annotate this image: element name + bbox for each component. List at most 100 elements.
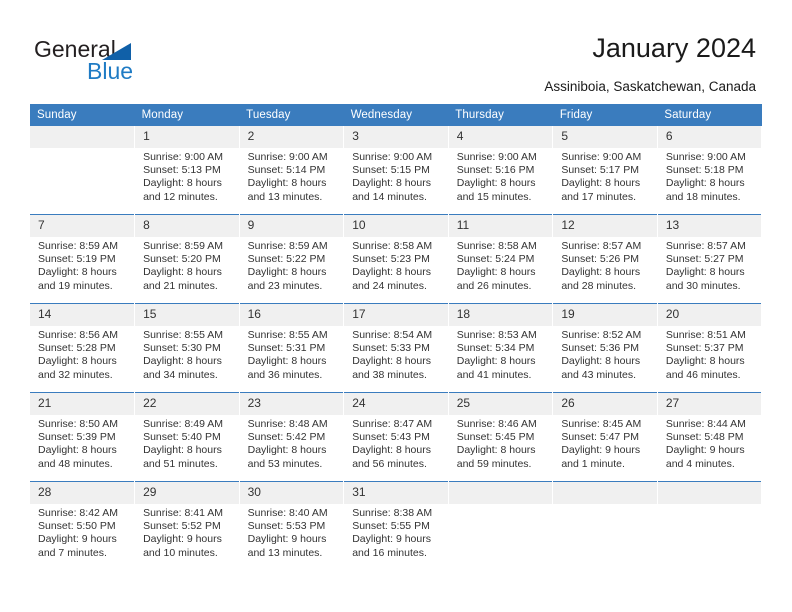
- daylight-duration-line1: Daylight: 9 hours: [352, 533, 431, 546]
- day-details: Sunrise: 8:51 AM Sunset: 5:37 PM Daylight:…: [658, 326, 762, 382]
- day-number: [30, 126, 135, 148]
- daylight-duration-line2: and 46 minutes.: [665, 368, 741, 381]
- calendar-day-cell[interactable]: 9 Sunrise: 8:59 AM Sunset: 5:22 PM Daylight…: [239, 214, 345, 304]
- day-number: 25: [448, 393, 553, 415]
- sunrise-time: Sunrise: 9:00 AM: [143, 151, 224, 163]
- sunset-time: Sunset: 5:36 PM: [561, 342, 639, 355]
- daylight-duration-line2: and 51 minutes.: [143, 457, 218, 470]
- day-cell-content: 24 Sunrise: 8:47 AM Sunset: 5:43 PM Dayligh…: [344, 393, 448, 481]
- day-number: 8: [135, 215, 239, 237]
- sunset-time: Sunset: 5:20 PM: [143, 253, 221, 266]
- day-details: Sunrise: 8:58 AM Sunset: 5:24 PM Daylight:…: [449, 237, 553, 293]
- calendar-day-cell[interactable]: [30, 126, 136, 215]
- day-cell-content: 4 Sunrise: 9:00 AM Sunset: 5:16 PM Daylight…: [448, 126, 553, 214]
- day-cell-content: 31 Sunrise: 8:38 AM Sunset: 5:55 PM Dayligh…: [344, 482, 448, 570]
- calendar-day-cell[interactable]: 15 Sunrise: 8:55 AM Sunset: 5:30 PM Dayligh…: [134, 303, 240, 393]
- day-cell-content: 8 Sunrise: 8:59 AM Sunset: 5:20 PM Daylight…: [135, 215, 239, 303]
- sunset-time: Sunset: 5:14 PM: [247, 164, 326, 177]
- sunset-time: Sunset: 5:43 PM: [352, 431, 430, 444]
- calendar-day-cell[interactable]: 2 Sunrise: 9:00 AM Sunset: 5:14 PM Daylight…: [239, 126, 345, 215]
- sunset-time: Sunset: 5:22 PM: [247, 253, 326, 266]
- daylight-duration-line2: and 53 minutes.: [247, 457, 323, 470]
- daylight-duration-line2: and 26 minutes.: [456, 279, 532, 292]
- day-details: Sunrise: 8:41 AM Sunset: 5:52 PM Daylight:…: [135, 504, 239, 560]
- daylight-duration-line2: and 32 minutes.: [38, 368, 113, 381]
- day-details: Sunrise: 8:38 AM Sunset: 5:55 PM Daylight:…: [344, 504, 448, 560]
- calendar-day-cell[interactable]: 19 Sunrise: 8:52 AM Sunset: 5:36 PM Dayligh…: [552, 303, 658, 393]
- day-number: 5: [553, 126, 657, 148]
- day-details: Sunrise: 8:40 AM Sunset: 5:53 PM Daylight:…: [240, 504, 344, 560]
- calendar-day-cell[interactable]: 20 Sunrise: 8:51 AM Sunset: 5:37 PM Dayligh…: [657, 303, 763, 393]
- day-cell-content: 9 Sunrise: 8:59 AM Sunset: 5:22 PM Daylight…: [239, 215, 344, 303]
- calendar-day-cell[interactable]: 5 Sunrise: 9:00 AM Sunset: 5:17 PM Daylight…: [552, 126, 658, 215]
- calendar-day-cell[interactable]: 24 Sunrise: 8:47 AM Sunset: 5:43 PM Dayligh…: [343, 392, 449, 482]
- calendar-day-cell[interactable]: 14 Sunrise: 8:56 AM Sunset: 5:28 PM Dayligh…: [30, 303, 136, 393]
- daylight-duration-line1: Daylight: 8 hours: [352, 177, 431, 190]
- daylight-duration-line2: and 4 minutes.: [665, 457, 735, 470]
- calendar-day-cell[interactable]: [657, 481, 763, 570]
- calendar-container: Sunday Monday Tuesday Wednesday Thursday…: [30, 104, 763, 570]
- sunset-time: Sunset: 5:50 PM: [38, 520, 116, 533]
- sunrise-time: Sunrise: 9:00 AM: [247, 151, 328, 163]
- weekday-header-saturday: Saturday: [657, 104, 762, 126]
- calendar-day-cell[interactable]: 31 Sunrise: 8:38 AM Sunset: 5:55 PM Dayligh…: [343, 481, 449, 570]
- calendar-day-cell[interactable]: 21 Sunrise: 8:50 AM Sunset: 5:39 PM Dayligh…: [30, 392, 136, 482]
- day-number: [448, 482, 553, 504]
- day-number: 15: [135, 304, 239, 326]
- calendar-day-cell[interactable]: 12 Sunrise: 8:57 AM Sunset: 5:26 PM Dayligh…: [552, 214, 658, 304]
- calendar-day-cell[interactable]: 29 Sunrise: 8:41 AM Sunset: 5:52 PM Dayligh…: [134, 481, 240, 570]
- calendar-day-cell[interactable]: 8 Sunrise: 8:59 AM Sunset: 5:20 PM Daylight…: [134, 214, 240, 304]
- calendar-day-cell[interactable]: 11 Sunrise: 8:58 AM Sunset: 5:24 PM Dayligh…: [448, 214, 554, 304]
- sunrise-time: Sunrise: 9:00 AM: [665, 151, 746, 163]
- day-details: Sunrise: 8:47 AM Sunset: 5:43 PM Daylight:…: [344, 415, 448, 471]
- day-number: 28: [30, 482, 135, 504]
- sunrise-time: Sunrise: 8:59 AM: [38, 240, 118, 252]
- sunrise-time: Sunrise: 8:57 AM: [665, 240, 746, 252]
- calendar-day-cell[interactable]: 25 Sunrise: 8:46 AM Sunset: 5:45 PM Dayligh…: [448, 392, 554, 482]
- calendar-day-cell[interactable]: [448, 481, 554, 570]
- daylight-duration-line2: and 24 minutes.: [352, 279, 427, 292]
- day-details: Sunrise: 9:00 AM Sunset: 5:18 PM Daylight:…: [658, 148, 762, 204]
- calendar-day-cell[interactable]: 17 Sunrise: 8:54 AM Sunset: 5:33 PM Dayligh…: [343, 303, 449, 393]
- calendar-day-cell[interactable]: 18 Sunrise: 8:53 AM Sunset: 5:34 PM Dayligh…: [448, 303, 554, 393]
- sunrise-time: Sunrise: 8:38 AM: [352, 507, 433, 519]
- calendar-day-cell[interactable]: 13 Sunrise: 8:57 AM Sunset: 5:27 PM Dayligh…: [657, 214, 763, 304]
- day-cell-content: 28 Sunrise: 8:42 AM Sunset: 5:50 PM Dayligh…: [30, 482, 135, 570]
- calendar-day-cell[interactable]: 1 Sunrise: 9:00 AM Sunset: 5:13 PM Daylight…: [134, 126, 240, 215]
- calendar-day-cell[interactable]: 30 Sunrise: 8:40 AM Sunset: 5:53 PM Dayligh…: [239, 481, 345, 570]
- day-details: Sunrise: 8:55 AM Sunset: 5:31 PM Daylight:…: [240, 326, 344, 382]
- calendar-day-cell[interactable]: 3 Sunrise: 9:00 AM Sunset: 5:15 PM Daylight…: [343, 126, 449, 215]
- sunset-time: Sunset: 5:31 PM: [247, 342, 326, 355]
- page-title: January 2024: [592, 33, 756, 63]
- day-details: Sunrise: 9:00 AM Sunset: 5:17 PM Daylight:…: [553, 148, 657, 204]
- sunset-time: Sunset: 5:40 PM: [143, 431, 221, 444]
- general-blue-logo[interactable]: General Blue: [34, 36, 234, 88]
- calendar-day-cell[interactable]: 4 Sunrise: 9:00 AM Sunset: 5:16 PM Daylight…: [448, 126, 554, 215]
- calendar-day-cell[interactable]: 7 Sunrise: 8:59 AM Sunset: 5:19 PM Daylight…: [30, 214, 136, 304]
- calendar-day-cell[interactable]: 22 Sunrise: 8:49 AM Sunset: 5:40 PM Dayligh…: [134, 392, 240, 482]
- daylight-duration-line1: Daylight: 8 hours: [38, 266, 117, 279]
- day-details: Sunrise: 8:57 AM Sunset: 5:27 PM Daylight:…: [658, 237, 762, 293]
- calendar-day-cell[interactable]: 26 Sunrise: 8:45 AM Sunset: 5:47 PM Dayligh…: [552, 392, 658, 482]
- calendar-day-cell[interactable]: 16 Sunrise: 8:55 AM Sunset: 5:31 PM Dayligh…: [239, 303, 345, 393]
- sunset-time: Sunset: 5:19 PM: [38, 253, 116, 266]
- daylight-duration-line1: Daylight: 8 hours: [665, 266, 745, 279]
- day-cell-content: 19 Sunrise: 8:52 AM Sunset: 5:36 PM Dayligh…: [553, 304, 657, 392]
- page-subtitle-location: Assiniboia, Saskatchewan, Canada: [544, 79, 756, 94]
- calendar-day-cell[interactable]: 23 Sunrise: 8:48 AM Sunset: 5:42 PM Dayligh…: [239, 392, 345, 482]
- sunrise-time: Sunrise: 8:58 AM: [352, 240, 433, 252]
- daylight-duration-line1: Daylight: 8 hours: [38, 355, 117, 368]
- daylight-duration-line1: Daylight: 8 hours: [665, 177, 745, 190]
- page-header: General Blue January 2024 Assiniboia, Sa…: [0, 0, 792, 103]
- calendar-day-cell[interactable]: 6 Sunrise: 9:00 AM Sunset: 5:18 PM Daylight…: [657, 126, 763, 215]
- calendar-body: 1 Sunrise: 9:00 AM Sunset: 5:13 PM Daylight…: [30, 126, 763, 570]
- day-details: Sunrise: 8:50 AM Sunset: 5:39 PM Daylight:…: [30, 415, 134, 471]
- calendar-day-cell[interactable]: 28 Sunrise: 8:42 AM Sunset: 5:50 PM Dayligh…: [30, 481, 136, 570]
- daylight-duration-line2: and 15 minutes.: [456, 190, 532, 203]
- daylight-duration-line1: Daylight: 8 hours: [143, 444, 222, 457]
- calendar-day-cell[interactable]: 10 Sunrise: 8:58 AM Sunset: 5:23 PM Dayligh…: [343, 214, 449, 304]
- day-number: 27: [657, 393, 762, 415]
- day-details: Sunrise: 8:59 AM Sunset: 5:20 PM Daylight:…: [135, 237, 239, 293]
- calendar-day-cell[interactable]: [552, 481, 658, 570]
- calendar-day-cell[interactable]: 27 Sunrise: 8:44 AM Sunset: 5:48 PM Dayligh…: [657, 392, 763, 482]
